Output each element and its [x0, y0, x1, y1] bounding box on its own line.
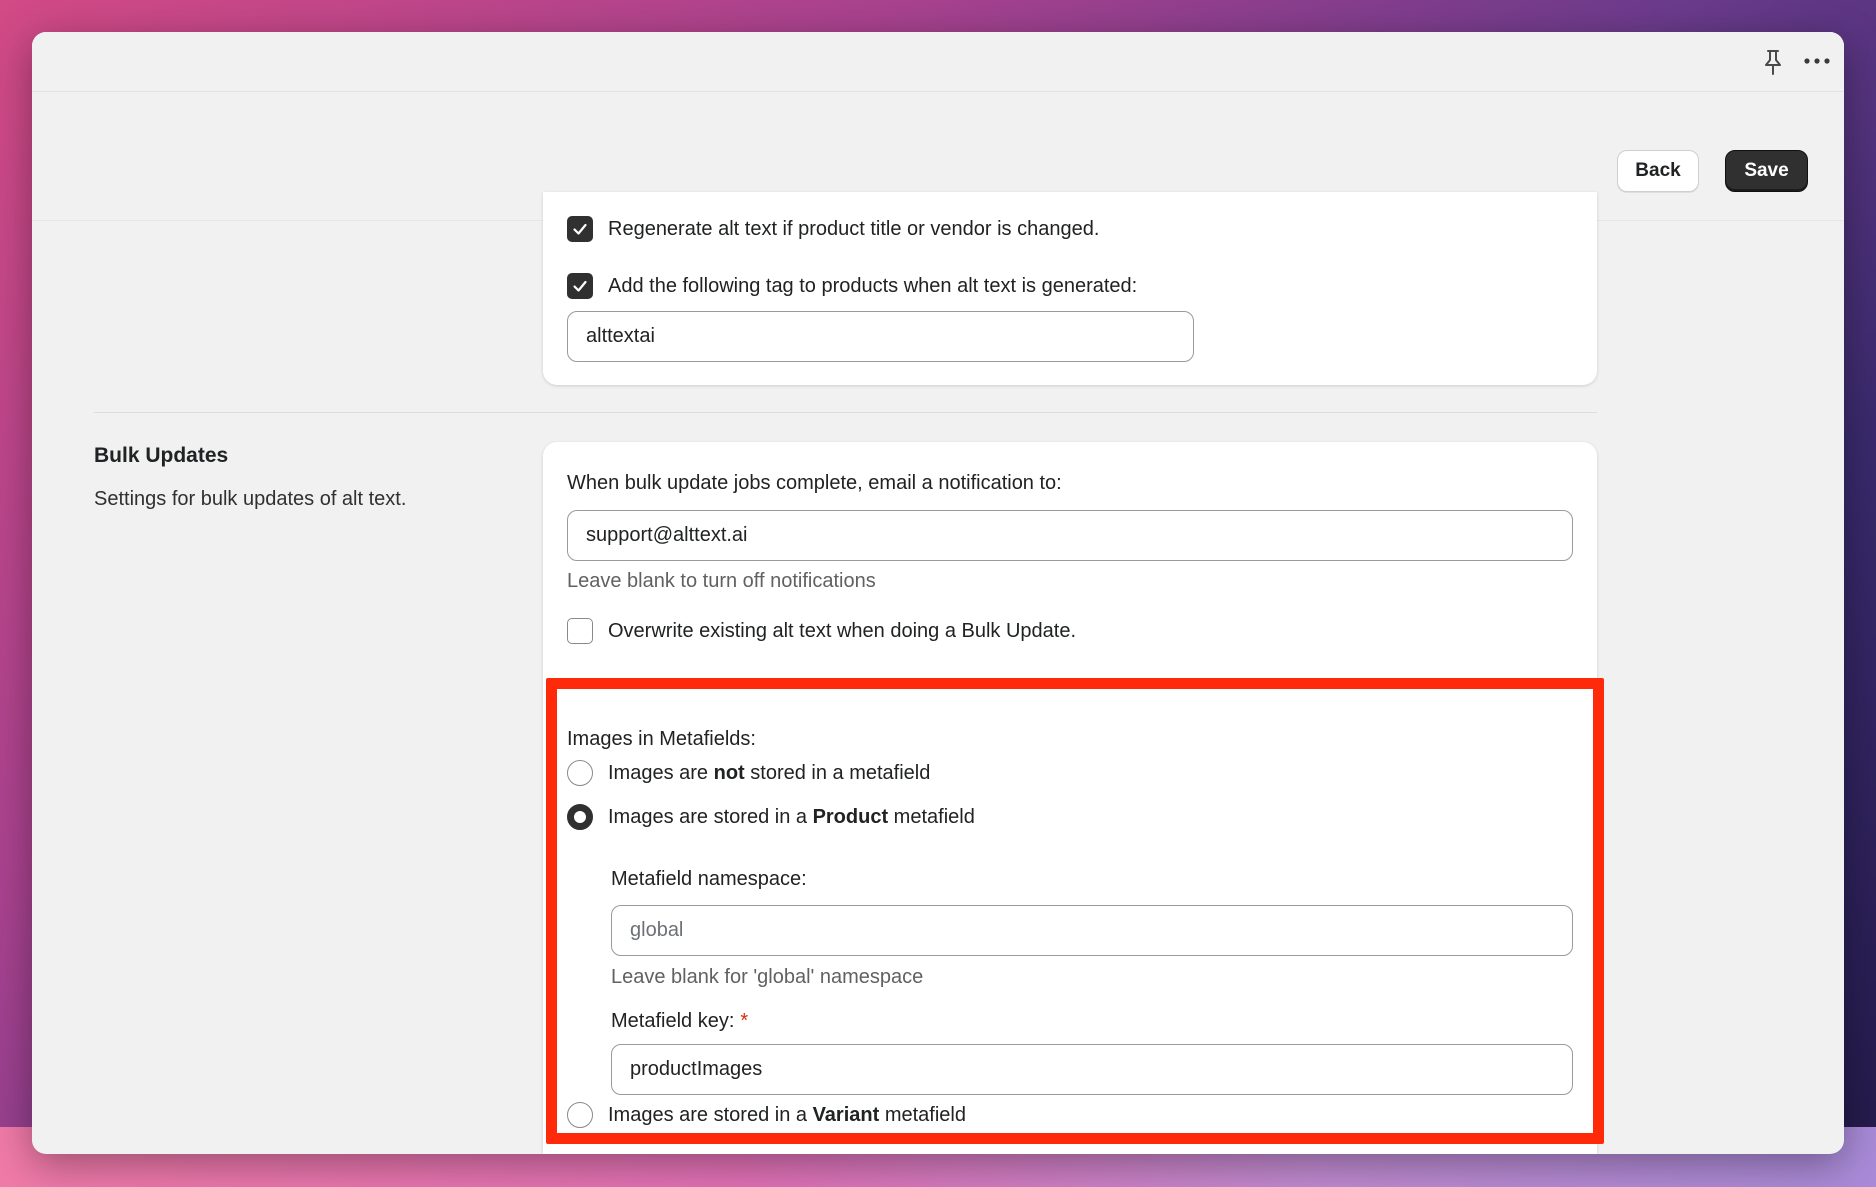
tagging-card: Regenerate alt text if product title or …	[543, 192, 1597, 385]
radio-variant-button[interactable]	[567, 1102, 593, 1128]
key-label: Metafield key: *	[611, 1010, 749, 1032]
tag-input[interactable]: alttextai	[567, 311, 1194, 362]
namespace-label: Metafield namespace:	[611, 868, 807, 890]
email-label: When bulk update jobs complete, email a …	[567, 472, 1062, 494]
radio-product-button[interactable]	[567, 804, 593, 830]
add-tag-label: Add the following tag to products when a…	[608, 274, 1138, 297]
namespace-input[interactable]: global	[611, 905, 1573, 956]
regenerate-checkbox[interactable]	[567, 216, 593, 242]
title-bar	[32, 32, 1844, 92]
radio-product[interactable]: Images are stored in a Product metafield	[567, 804, 975, 830]
radio-variant[interactable]: Images are stored in a Variant metafield	[567, 1102, 966, 1128]
app-window: Back Save Regenerate alt text if product…	[32, 32, 1844, 1154]
overwrite-label: Overwrite existing alt text when doing a…	[608, 619, 1077, 642]
required-marker: *	[740, 1010, 749, 1032]
section-title: Bulk Updates	[94, 444, 229, 467]
checkmark-icon	[573, 280, 587, 292]
pin-icon[interactable]	[1760, 48, 1786, 76]
overwrite-checkbox[interactable]	[567, 618, 593, 644]
radio-not-stored-button[interactable]	[567, 760, 593, 786]
add-tag-row[interactable]: Add the following tag to products when a…	[567, 273, 1137, 299]
radio-variant-label: Images are stored in a Variant metafield	[608, 1103, 966, 1126]
regenerate-label: Regenerate alt text if product title or …	[608, 217, 1100, 240]
key-input[interactable]: productImages	[611, 1044, 1573, 1095]
regenerate-row[interactable]: Regenerate alt text if product title or …	[567, 216, 1099, 242]
email-input[interactable]: support@alttext.ai	[567, 510, 1573, 561]
back-button[interactable]: Back	[1617, 150, 1699, 192]
add-tag-checkbox[interactable]	[567, 273, 593, 299]
section-divider	[94, 412, 1597, 413]
save-button[interactable]: Save	[1725, 150, 1808, 192]
checkmark-icon	[573, 223, 587, 235]
namespace-help-text: Leave blank for 'global' namespace	[611, 966, 924, 988]
section-description: Settings for bulk updates of alt text.	[94, 488, 407, 510]
overwrite-row[interactable]: Overwrite existing alt text when doing a…	[567, 618, 1076, 644]
radio-not-stored-label: Images are not stored in a metafield	[608, 761, 931, 784]
bulk-updates-card: When bulk update jobs complete, email a …	[543, 442, 1597, 1154]
email-help-text: Leave blank to turn off notifications	[567, 570, 876, 592]
more-icon[interactable]	[1802, 54, 1832, 68]
radio-product-label: Images are stored in a Product metafield	[608, 805, 975, 828]
metafields-heading: Images in Metafields:	[567, 728, 756, 750]
radio-not-stored[interactable]: Images are not stored in a metafield	[567, 760, 930, 786]
